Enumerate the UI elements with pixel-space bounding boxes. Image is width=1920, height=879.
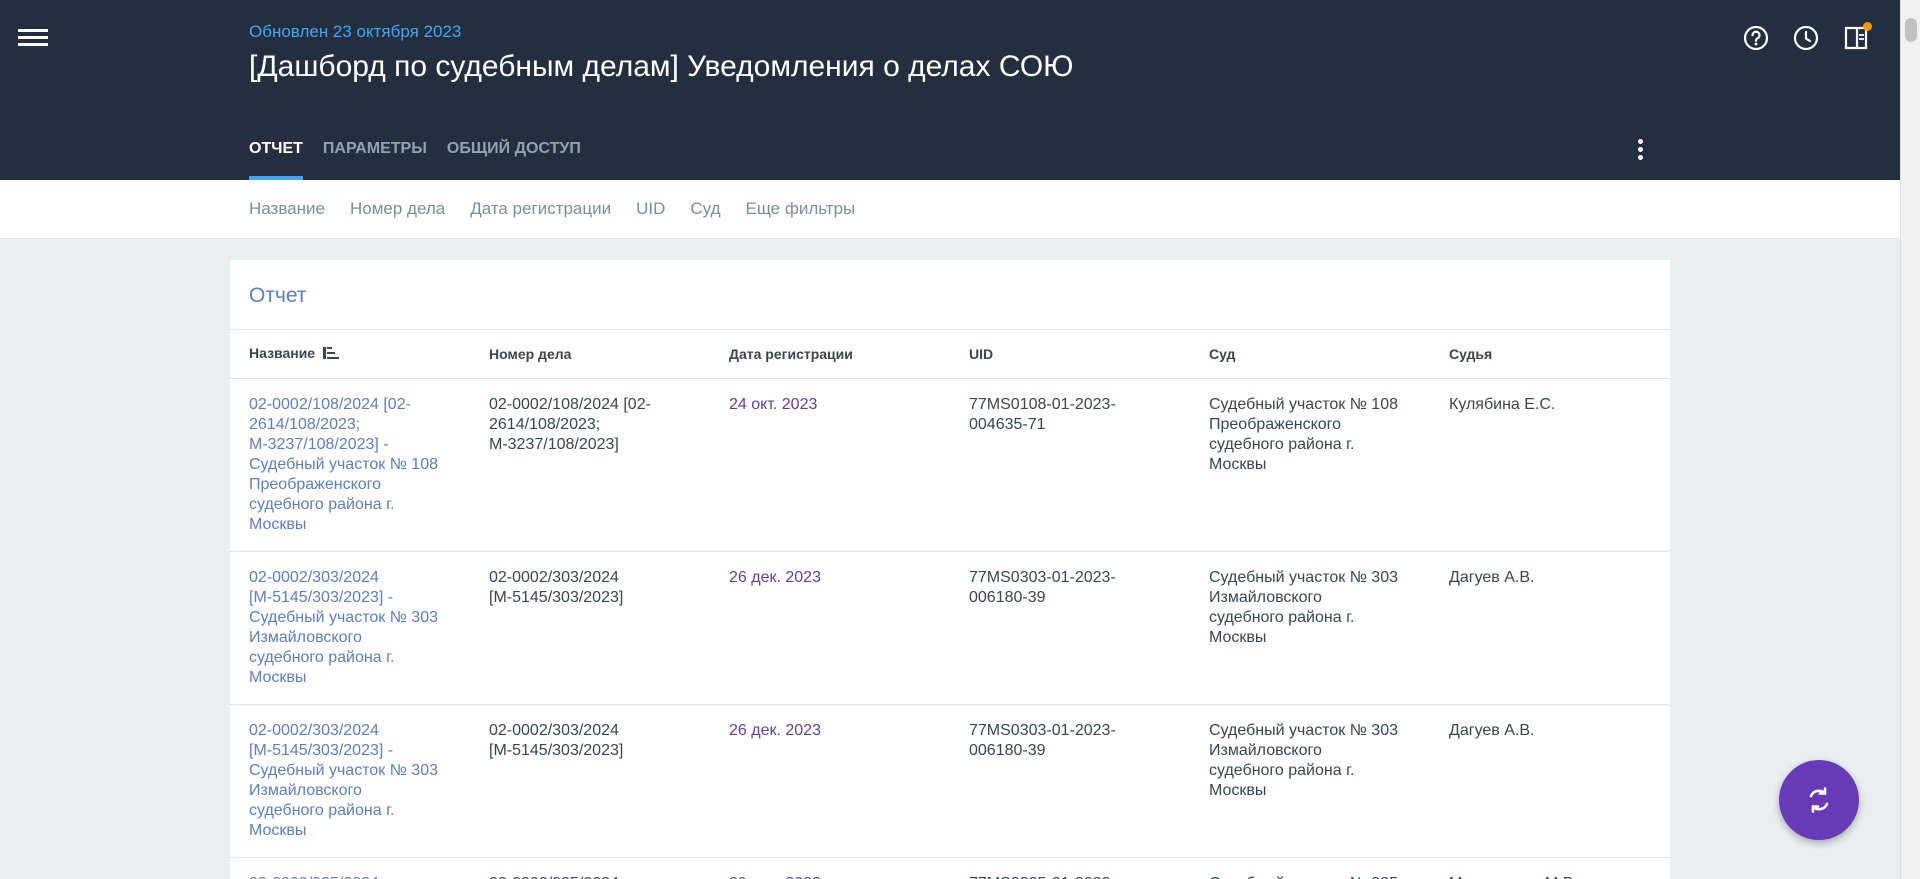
cell-number: 02-0002/108/2024 [02-2614/108/2023; М-32…	[470, 378, 710, 552]
table-header-row: Название Номер дела Дата регистрации UID…	[230, 330, 1670, 379]
filter-more[interactable]: Еще фильтры	[746, 199, 856, 219]
menu-icon[interactable]	[18, 26, 48, 52]
column-header-number[interactable]: Номер дела	[470, 330, 710, 379]
table-row: 02-0002/108/2024 [02-2614/108/2023; М-32…	[230, 378, 1670, 552]
column-header-date[interactable]: Дата регистрации	[710, 330, 950, 379]
filter-bar: Название Номер дела Дата регистрации UID…	[0, 180, 1900, 239]
cell-judge: Медведенко М.В.	[1430, 857, 1670, 879]
cell-court: Судебный участок № 325	[1190, 857, 1430, 879]
cell-uid: 77MS0325-01-2023-	[950, 857, 1190, 879]
cell-court: Судебный участок № 303 Измайловского суд…	[1190, 704, 1430, 858]
column-header-court[interactable]: Суд	[1190, 330, 1430, 379]
cell-uid: 77MS0303-01-2023-006180-39	[950, 704, 1190, 858]
report-table: Название Номер дела Дата регистрации UID…	[230, 330, 1670, 879]
panel-icon[interactable]	[1842, 22, 1872, 52]
tab-bar: ОТЧЕТ ПАРАМЕТРЫ ОБЩИЙ ДОСТУП	[249, 136, 601, 180]
refresh-icon	[1809, 787, 1829, 813]
cell-name-link[interactable]: 02-0002/325/2024	[230, 857, 470, 879]
cell-number: 02-0002/325/2024	[470, 857, 710, 879]
cell-name-link[interactable]: 02-0002/303/2024 [М-5145/303/2023] - Суд…	[230, 704, 470, 858]
cell-number: 02-0002/303/2024 [М-5145/303/2023]	[470, 704, 710, 858]
cell-judge: Кулябина Е.С.	[1430, 378, 1670, 552]
help-icon[interactable]	[1742, 24, 1770, 52]
history-icon[interactable]	[1792, 24, 1820, 52]
more-options-icon[interactable]	[1630, 136, 1650, 166]
filter-name[interactable]: Название	[249, 199, 325, 219]
cell-name-link[interactable]: 02-0002/303/2024 [М-5145/303/2023] - Суд…	[230, 551, 470, 705]
notification-badge	[1863, 22, 1872, 31]
tab-sharing[interactable]: ОБЩИЙ ДОСТУП	[447, 136, 581, 180]
sort-icon[interactable]	[323, 346, 340, 363]
cell-court: Судебный участок № 108 Преображенского с…	[1190, 378, 1430, 552]
tab-report[interactable]: ОТЧЕТ	[249, 136, 303, 180]
app-header: Обновлен 23 октября 2023 [Дашборд по суд…	[0, 0, 1900, 180]
page-title: [Дашборд по судебным делам] Уведомления …	[249, 50, 1074, 83]
cell-number: 02-0002/303/2024 [М-5145/303/2023]	[470, 551, 710, 705]
column-header-name[interactable]: Название	[230, 330, 470, 379]
filter-court[interactable]: Суд	[690, 199, 720, 219]
refresh-button[interactable]	[1779, 760, 1859, 840]
scrollbar-thumb[interactable]	[1905, 18, 1917, 42]
cell-date: 29 дек. 2023	[710, 857, 950, 879]
cell-date: 26 дек. 2023	[710, 704, 950, 858]
cell-date: 24 окт. 2023	[710, 378, 950, 552]
table-row: 02-0002/303/2024 [М-5145/303/2023] - Суд…	[230, 551, 1670, 705]
table-row: 02-0002/325/2024 02-0002/325/2024 29 дек…	[230, 857, 1670, 879]
table-row: 02-0002/303/2024 [М-5145/303/2023] - Суд…	[230, 704, 1670, 858]
report-card: Отчет Название Номер дела Дата регистрац…	[230, 260, 1670, 879]
column-header-judge[interactable]: Судья	[1430, 330, 1670, 379]
report-title: Отчет	[230, 260, 1670, 330]
cell-judge: Дагуев А.В.	[1430, 704, 1670, 858]
column-header-uid[interactable]: UID	[950, 330, 1190, 379]
cell-court: Судебный участок № 303 Измайловского суд…	[1190, 551, 1430, 705]
filter-registration-date[interactable]: Дата регистрации	[470, 199, 611, 219]
cell-uid: 77MS0303-01-2023-006180-39	[950, 551, 1190, 705]
page-scrollbar[interactable]	[1900, 0, 1920, 879]
cell-date: 26 дек. 2023	[710, 551, 950, 705]
updated-date: Обновлен 23 октября 2023	[249, 22, 462, 41]
cell-name-link[interactable]: 02-0002/108/2024 [02-2614/108/2023; М-32…	[230, 378, 470, 552]
cell-judge: Дагуев А.В.	[1430, 551, 1670, 705]
filter-case-number[interactable]: Номер дела	[350, 199, 445, 219]
cell-uid: 77MS0108-01-2023-004635-71	[950, 378, 1190, 552]
filter-uid[interactable]: UID	[636, 199, 665, 219]
tab-parameters[interactable]: ПАРАМЕТРЫ	[323, 136, 427, 180]
